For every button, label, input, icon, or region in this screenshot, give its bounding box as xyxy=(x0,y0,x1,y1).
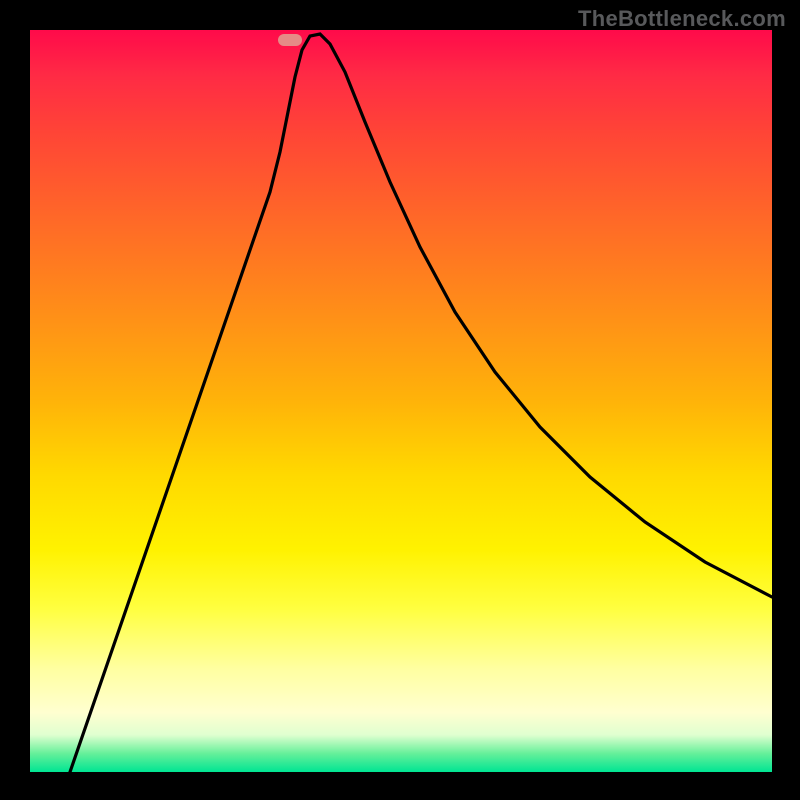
bottleneck-curve-path xyxy=(70,34,772,772)
plot-area xyxy=(30,30,772,772)
watermark-text: TheBottleneck.com xyxy=(578,6,786,32)
curve-svg xyxy=(30,30,772,772)
optimal-point-marker xyxy=(278,34,302,46)
chart-container: TheBottleneck.com xyxy=(0,0,800,800)
